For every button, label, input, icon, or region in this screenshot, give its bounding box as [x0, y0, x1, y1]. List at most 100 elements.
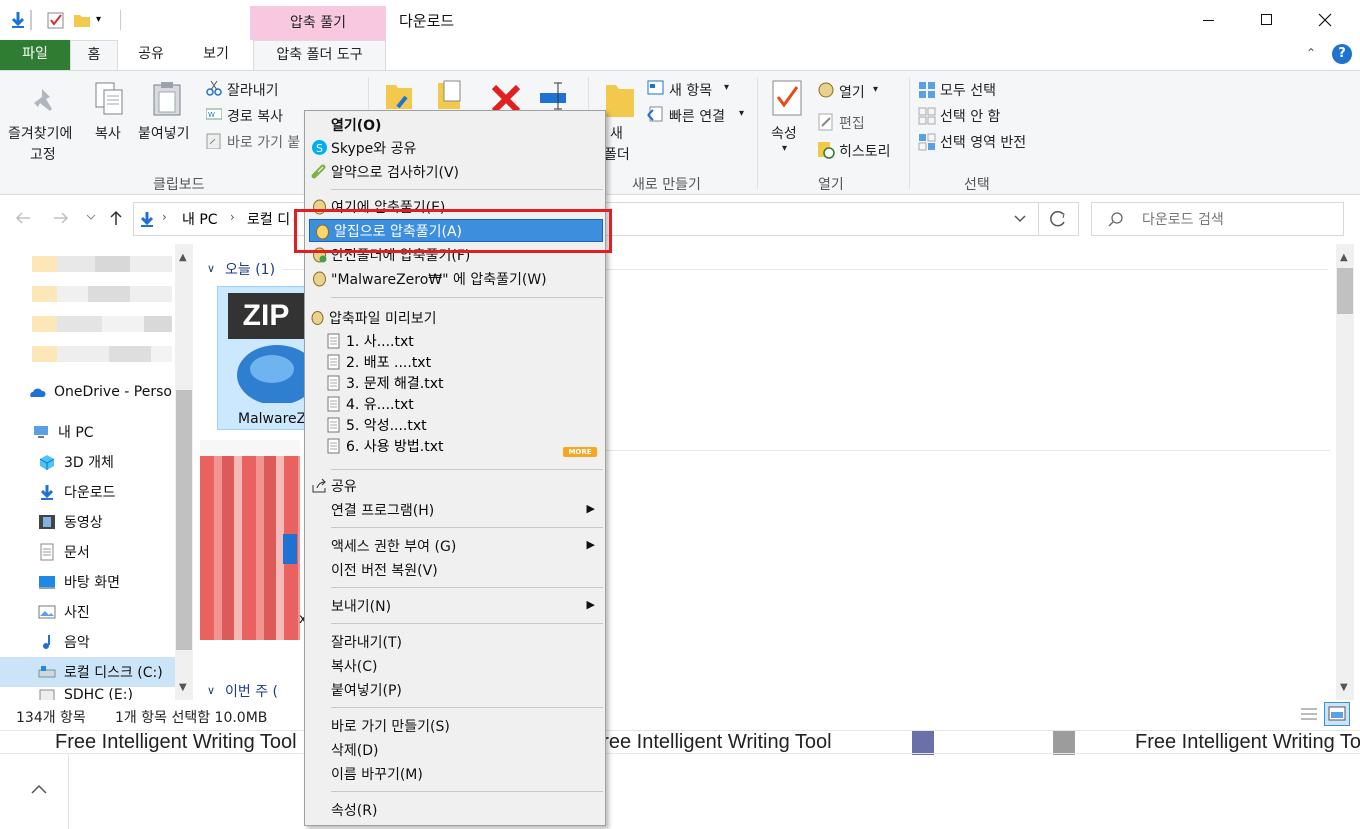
menu-item-preview[interactable]: 압축파일 미리보기	[307, 306, 603, 329]
tab-file[interactable]: 파일	[0, 40, 70, 70]
menu-item-skype-share[interactable]: S Skype와 공유	[307, 136, 603, 159]
properties-dropdown-icon[interactable]: ▾	[782, 143, 787, 154]
menu-label: Skype와 공유	[331, 140, 417, 157]
nav-label: 사진	[64, 605, 90, 621]
scroll-down-icon[interactable]: ▼	[1340, 682, 1348, 693]
group-collapse-icon[interactable]: ∨	[207, 262, 215, 275]
help-icon[interactable]: ?	[1332, 44, 1352, 64]
menu-item-share[interactable]: 공유	[307, 474, 603, 497]
strip-divider	[0, 753, 1360, 754]
menu-item-paste[interactable]: 붙여넣기(P)	[307, 678, 603, 701]
blurred-quick-access-item[interactable]	[32, 286, 172, 302]
menu-item-rename[interactable]: 이름 바꾸기(M)	[307, 762, 603, 785]
preview-file-item[interactable]: 5. 악성....txt	[327, 414, 427, 435]
minimize-button[interactable]	[1180, 0, 1238, 40]
nav-scroll-thumb[interactable]	[176, 390, 192, 650]
details-view-icon[interactable]	[1300, 706, 1318, 722]
easy-access-dropdown-icon[interactable]: ▾	[739, 108, 744, 119]
edit-button[interactable]: 편집	[839, 113, 865, 133]
paste-shortcut-button[interactable]: 바로 가기 붙	[227, 132, 300, 152]
menu-label: 붙여넣기(P)	[331, 682, 402, 699]
breadcrumb-local-disk[interactable]: 로컬 디	[247, 209, 290, 229]
preview-file-item[interactable]: 3. 문제 해결.txt	[327, 372, 444, 393]
breadcrumb-separator-icon[interactable]: ›	[230, 210, 235, 224]
preview-file-item[interactable]: 2. 배포 ....txt	[327, 351, 431, 372]
select-all-button[interactable]: 모두 선택	[940, 80, 996, 100]
scroll-up-icon[interactable]: ▲	[1340, 252, 1348, 263]
paste-icon	[150, 81, 184, 117]
share-icon	[312, 478, 326, 493]
more-badge[interactable]: MORE	[563, 447, 597, 457]
menu-item-extract-named-folder[interactable]: "MalwareZero₩" 에 압축풀기(W)	[307, 267, 603, 290]
invert-selection-button[interactable]: 선택 영역 반전	[940, 132, 1026, 152]
history-button[interactable]: 히스토리	[839, 141, 891, 161]
menu-item-alyac-scan[interactable]: 알약으로 검사하기(V)	[307, 160, 603, 183]
menu-item-delete[interactable]: 삭제(D)	[307, 738, 603, 761]
blurred-quick-access-item[interactable]	[32, 256, 172, 272]
menu-item-restore-versions[interactable]: 이전 버전 복원(V)	[307, 558, 603, 581]
new-item-button[interactable]: 새 항목	[669, 80, 712, 100]
preview-file-item[interactable]: 1. 사....txt	[327, 330, 414, 351]
nav-item-local-disk[interactable]: 로컬 디스크 (C:)	[0, 657, 175, 687]
pin-to-quick-access-label-1[interactable]: 즐겨찾기에	[8, 123, 72, 143]
group-collapse-icon[interactable]: ∨	[207, 684, 215, 697]
select-none-button[interactable]: 선택 안 함	[940, 106, 1000, 126]
easy-access-button[interactable]: 빠른 연결	[669, 106, 725, 126]
refresh-button[interactable]	[1039, 202, 1079, 236]
tab-view[interactable]: 보기	[186, 40, 246, 70]
scroll-up-icon[interactable]: ▲	[179, 252, 187, 263]
cut-button[interactable]: 잘라내기	[227, 80, 279, 100]
menu-item-create-shortcut[interactable]: 바로 가기 만들기(S)	[307, 714, 603, 737]
forward-arrow-icon[interactable]	[52, 210, 70, 226]
alyac-pill-icon	[311, 164, 326, 179]
new-folder-label-1[interactable]: 새	[610, 123, 623, 143]
maximize-button[interactable]	[1238, 0, 1296, 40]
new-folder-label-2[interactable]: 폴더	[604, 144, 630, 164]
search-box[interactable]: 다운로드 검색	[1091, 202, 1344, 236]
pin-to-quick-access-label-2[interactable]: 고정	[30, 144, 56, 164]
drive-icon	[38, 666, 56, 678]
menu-item-properties[interactable]: 속성(R)	[307, 798, 603, 821]
scroll-down-icon[interactable]: ▼	[179, 682, 187, 693]
tab-home[interactable]: 홈	[70, 40, 118, 71]
group-header-this-week[interactable]: 이번 주 (	[225, 681, 278, 701]
menu-item-open-with[interactable]: 연결 프로그램(H) ▶	[307, 498, 603, 521]
menu-item-cut[interactable]: 잘라내기(T)	[307, 630, 603, 653]
open-button[interactable]: 열기	[839, 82, 865, 102]
qat-dropdown-icon[interactable]: ▾	[96, 10, 116, 30]
large-icons-view-button[interactable]	[1324, 702, 1350, 726]
content-scroll-thumb[interactable]	[1337, 268, 1353, 314]
new-item-dropdown-icon[interactable]: ▾	[724, 82, 729, 93]
open-dropdown-icon[interactable]: ▾	[873, 84, 878, 95]
paste-button[interactable]: 붙여넣기	[138, 123, 190, 143]
chevron-up-icon[interactable]	[30, 783, 48, 795]
collapse-ribbon-icon[interactable]: ⌃	[1306, 46, 1316, 60]
up-arrow-icon[interactable]	[108, 209, 124, 227]
recent-dropdown-icon[interactable]	[86, 214, 96, 222]
copy-path-button[interactable]: 경로 복사	[227, 106, 283, 126]
download-arrow-icon[interactable]	[8, 10, 28, 30]
menu-item-copy[interactable]: 복사(C)	[307, 654, 603, 677]
group-header-today[interactable]: 오늘 (1)	[225, 259, 275, 279]
breadcrumb-separator-icon[interactable]: ›	[162, 210, 167, 224]
new-folder-icon[interactable]	[72, 10, 92, 30]
tab-share[interactable]: 공유	[124, 40, 178, 70]
nav-scrollbar[interactable]: ▲ ▼	[175, 244, 193, 700]
copy-button[interactable]: 복사	[95, 123, 121, 143]
properties-button[interactable]: 속성	[771, 123, 797, 143]
preview-file-item[interactable]: 6. 사용 방법.txt	[327, 435, 444, 456]
menu-item-send-to[interactable]: 보내기(N) ▶	[307, 594, 603, 617]
menu-item-give-access[interactable]: 액세스 권한 부여 (G) ▶	[307, 534, 603, 557]
blurred-quick-access-item[interactable]	[32, 346, 172, 362]
menu-separator	[331, 707, 603, 708]
tab-zip-folder-tools[interactable]: 압축 폴더 도구	[253, 40, 386, 71]
properties-check-icon[interactable]	[46, 10, 66, 30]
content-scrollbar[interactable]: ▲ ▼	[1336, 244, 1354, 700]
preview-file-item[interactable]: 4. 유....txt	[327, 393, 414, 414]
blurred-quick-access-item[interactable]	[32, 316, 172, 332]
menu-item-open[interactable]: 열기(O)	[307, 113, 603, 136]
address-dropdown-icon[interactable]	[1014, 215, 1026, 223]
close-button[interactable]	[1296, 0, 1354, 40]
back-arrow-icon[interactable]	[14, 210, 32, 226]
breadcrumb-my-pc[interactable]: 내 PC	[182, 209, 218, 229]
